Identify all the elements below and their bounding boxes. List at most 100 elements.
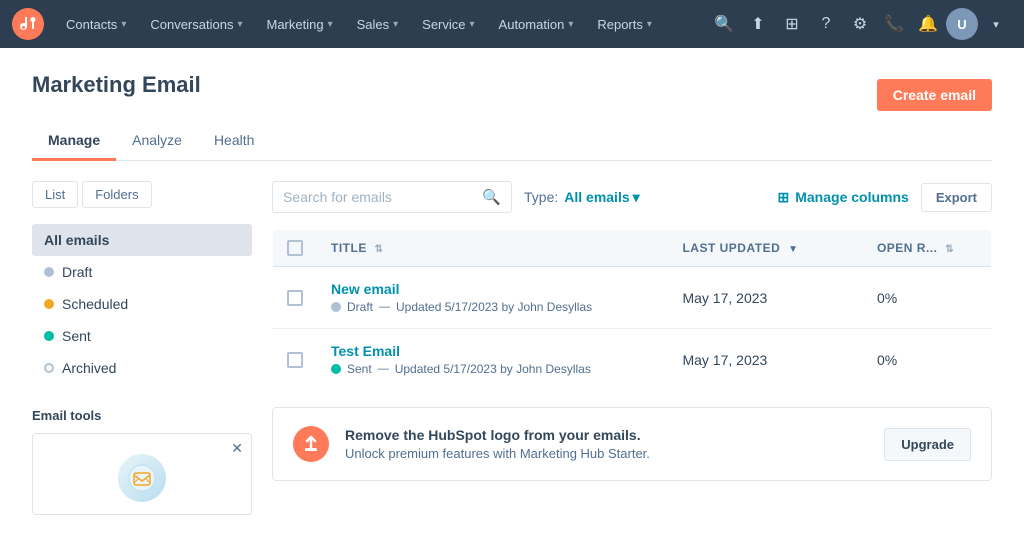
row2-title-cell: Test Email Sent — Updated 5/17/2023 by J… bbox=[317, 329, 668, 391]
search-icon-button[interactable]: 🔍 bbox=[708, 8, 740, 40]
row1-email-meta: Draft — Updated 5/17/2023 by John Desyll… bbox=[331, 300, 654, 314]
sent-status-dot bbox=[44, 331, 54, 341]
nav-conversations[interactable]: Conversations ▾ bbox=[140, 11, 252, 38]
row1-email-link[interactable]: New email bbox=[331, 281, 654, 297]
sidebar-folders-toggle[interactable]: Folders bbox=[82, 181, 151, 208]
table-row: New email Draft — Updated 5/17/2023 by J… bbox=[273, 267, 992, 329]
sidebar-item-draft[interactable]: Draft bbox=[32, 256, 252, 288]
manage-columns-button[interactable]: ⊞ Manage columns bbox=[778, 189, 909, 206]
sidebar-label-archived: Archived bbox=[62, 360, 116, 376]
chevron-down-icon: ▾ bbox=[647, 19, 652, 30]
export-button[interactable]: Export bbox=[921, 183, 992, 212]
nav-automation[interactable]: Automation ▾ bbox=[489, 11, 584, 38]
upgrade-text: Remove the HubSpot logo from your emails… bbox=[345, 427, 868, 461]
email-tools-title: Email tools bbox=[32, 408, 252, 423]
header-open-rate[interactable]: OPEN R... ⇅ bbox=[863, 230, 992, 267]
row2-email-link[interactable]: Test Email bbox=[331, 343, 654, 359]
type-filter: Type: All emails ▾ bbox=[524, 189, 640, 206]
notifications-icon-button[interactable]: 🔔 bbox=[912, 8, 944, 40]
table-row: Test Email Sent — Updated 5/17/2023 by J… bbox=[273, 329, 992, 391]
row1-last-updated: May 17, 2023 bbox=[668, 267, 862, 329]
chevron-down-icon: ▾ bbox=[328, 19, 333, 30]
columns-icon: ⊞ bbox=[778, 189, 790, 206]
chevron-down-icon: ▾ bbox=[121, 19, 126, 30]
topnav-icon-group: 🔍 ⬆ ⊞ ? ⚙ 📞 🔔 U ▾ bbox=[708, 8, 1012, 40]
upgrade-title: Remove the HubSpot logo from your emails… bbox=[345, 427, 868, 443]
row2-last-updated: May 17, 2023 bbox=[668, 329, 862, 391]
upgrade-subtitle: Unlock premium features with Marketing H… bbox=[345, 446, 868, 461]
nav-service[interactable]: Service ▾ bbox=[412, 11, 484, 38]
avatar[interactable]: U bbox=[946, 8, 978, 40]
hubspot-logo[interactable] bbox=[12, 8, 44, 40]
upgrade-icon-button[interactable]: ⬆ bbox=[742, 8, 774, 40]
sidebar-label-scheduled: Scheduled bbox=[62, 296, 128, 312]
sidebar-label-sent: Sent bbox=[62, 328, 91, 344]
header-checkbox-cell bbox=[273, 230, 318, 267]
nav-contacts[interactable]: Contacts ▾ bbox=[56, 11, 136, 38]
row1-checkbox-cell bbox=[273, 267, 318, 329]
sidebar-item-all-emails[interactable]: All emails bbox=[32, 224, 252, 256]
chevron-down-icon: ▾ bbox=[237, 19, 242, 30]
calls-icon-button[interactable]: 📞 bbox=[878, 8, 910, 40]
nav-sales[interactable]: Sales ▾ bbox=[347, 11, 409, 38]
last-updated-sort-icon: ▼ bbox=[788, 244, 798, 255]
type-filter-label: Type: bbox=[524, 189, 558, 205]
type-filter-value[interactable]: All emails ▾ bbox=[564, 189, 639, 206]
tab-health[interactable]: Health bbox=[198, 122, 270, 161]
body-layout: List Folders All emails Draft Scheduled … bbox=[32, 181, 992, 515]
header-last-updated[interactable]: LAST UPDATED ▼ bbox=[668, 230, 862, 267]
search-input[interactable] bbox=[283, 189, 474, 205]
email-main: 🔍 Type: All emails ▾ ⊞ Manage columns Ex… bbox=[272, 181, 992, 515]
tab-manage[interactable]: Manage bbox=[32, 122, 116, 161]
upgrade-icon bbox=[293, 426, 329, 462]
page-header-row: Marketing Email Create email bbox=[32, 72, 992, 118]
search-box: 🔍 bbox=[272, 181, 512, 213]
row2-meta-text: Updated 5/17/2023 by John Desyllas bbox=[395, 362, 591, 376]
header-title[interactable]: TITLE ⇅ bbox=[317, 230, 668, 267]
email-tools-close-button[interactable]: ✕ bbox=[231, 440, 243, 457]
sidebar-item-sent[interactable]: Sent bbox=[32, 320, 252, 352]
row1-status-label: Draft bbox=[347, 300, 373, 314]
sidebar-item-scheduled[interactable]: Scheduled bbox=[32, 288, 252, 320]
email-table: TITLE ⇅ LAST UPDATED ▼ OPEN R... ⇅ bbox=[272, 229, 992, 391]
title-sort-icon: ⇅ bbox=[375, 244, 384, 255]
row1-status-dot bbox=[331, 302, 341, 312]
settings-icon-button[interactable]: ⚙ bbox=[844, 8, 876, 40]
archived-status-dot bbox=[44, 363, 54, 373]
row2-email-meta: Sent — Updated 5/17/2023 by John Desylla… bbox=[331, 362, 654, 376]
upgrade-button[interactable]: Upgrade bbox=[884, 428, 971, 461]
sidebar-item-archived[interactable]: Archived bbox=[32, 352, 252, 384]
main-content: Marketing Email Create email Manage Anal… bbox=[0, 48, 1024, 548]
chevron-down-icon: ▾ bbox=[470, 19, 475, 30]
email-tools-section: Email tools ✕ bbox=[32, 408, 252, 515]
email-toolbar: 🔍 Type: All emails ▾ ⊞ Manage columns Ex… bbox=[272, 181, 992, 213]
open-rate-sort-icon: ⇅ bbox=[945, 244, 954, 255]
row2-status-dot bbox=[331, 364, 341, 374]
sidebar-label-draft: Draft bbox=[62, 264, 92, 280]
row1-open-rate: 0% bbox=[863, 267, 992, 329]
tabs-row: Manage Analyze Health bbox=[32, 122, 992, 161]
nav-marketing[interactable]: Marketing ▾ bbox=[256, 11, 342, 38]
upgrade-banner: Remove the HubSpot logo from your emails… bbox=[272, 407, 992, 481]
table-header-row: TITLE ⇅ LAST UPDATED ▼ OPEN R... ⇅ bbox=[273, 230, 992, 267]
create-email-button[interactable]: Create email bbox=[877, 79, 992, 111]
tab-analyze[interactable]: Analyze bbox=[116, 122, 198, 161]
page-title: Marketing Email bbox=[32, 72, 201, 98]
row1-meta-text: Updated 5/17/2023 by John Desyllas bbox=[396, 300, 592, 314]
chevron-down-icon: ▾ bbox=[633, 189, 640, 206]
draft-status-dot bbox=[44, 267, 54, 277]
row2-status-label: Sent bbox=[347, 362, 372, 376]
scheduled-status-dot bbox=[44, 299, 54, 309]
row2-open-rate: 0% bbox=[863, 329, 992, 391]
search-icon: 🔍 bbox=[482, 188, 501, 206]
row2-checkbox[interactable] bbox=[287, 352, 303, 368]
row1-checkbox[interactable] bbox=[287, 290, 303, 306]
help-icon-button[interactable]: ? bbox=[810, 8, 842, 40]
email-tools-icon bbox=[118, 454, 166, 502]
select-all-checkbox[interactable] bbox=[287, 240, 303, 256]
account-chevron-icon[interactable]: ▾ bbox=[980, 8, 1012, 40]
nav-reports[interactable]: Reports ▾ bbox=[587, 11, 662, 38]
sidebar-list-toggle[interactable]: List bbox=[32, 181, 78, 208]
chevron-down-icon: ▾ bbox=[393, 19, 398, 30]
grid-icon-button[interactable]: ⊞ bbox=[776, 8, 808, 40]
